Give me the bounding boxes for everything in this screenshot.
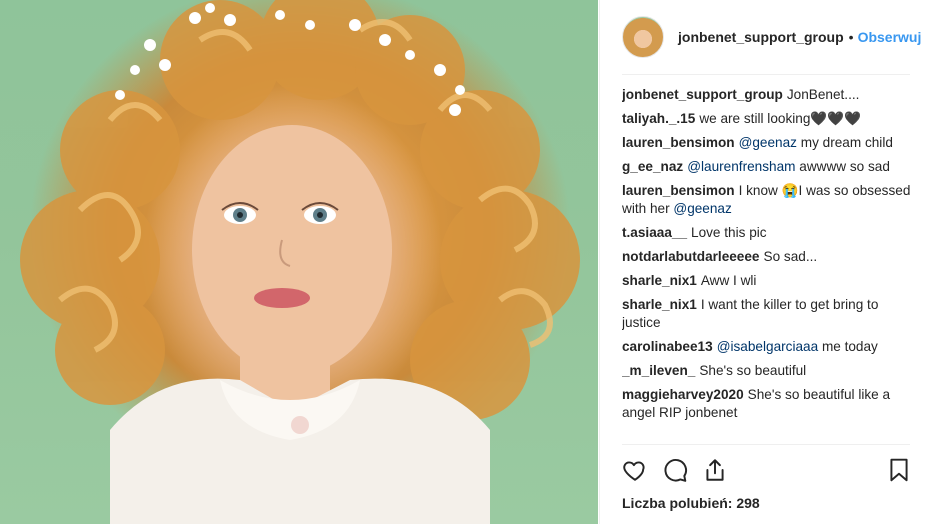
bookmark-icon[interactable] [886,457,912,483]
heart-icon[interactable] [622,457,648,483]
comment-text: JonBenet.... [786,87,860,102]
comment-item: g_ee_naz @laurenfrensham awwww so sad [622,158,912,176]
comment-mention[interactable]: @isabelgarciaaa [717,339,818,354]
comment-mention[interactable]: @geenaz [739,135,797,150]
follow-button[interactable]: Obserwuj [858,29,922,45]
comment-text: She's so beautiful [699,363,807,378]
comment-username[interactable]: taliyah._.15 [622,111,695,126]
comment-text: Love this pic [691,225,767,240]
comment-caption: jonbenet_support_group JonBenet.... [622,86,912,104]
post-details-panel: jonbenet_support_group • Obserwuj jonben… [599,0,931,524]
comment-item: t.asiaaa__ Love this pic [622,224,912,242]
comment-item: taliyah._.15 we are still looking🖤🖤🖤 [622,110,912,128]
comment-text: me today [821,339,878,354]
comment-item: lauren_bensimon I know 😭I was so obsessed… [622,182,912,218]
comment-username[interactable]: g_ee_naz [622,159,683,174]
comment-username[interactable]: jonbenet_support_group [622,87,783,102]
comment-mention[interactable]: @geenaz [673,201,731,216]
likes-count[interactable]: Liczba polubień: 298 [622,495,760,511]
comment-username[interactable]: sharle_nix1 [622,297,697,312]
header-dot: • [848,29,854,45]
comment-item: sharle_nix1 I want the killer to get brin… [622,296,912,332]
comment-item: _m_ileven_ She's so beautiful [622,362,912,380]
comment-item: lauren_bensimon @geenaz my dream child [622,134,912,152]
comments-list[interactable]: jonbenet_support_group JonBenet.... taliy… [622,86,912,428]
comment-text: my dream child [800,135,893,150]
portrait-illustration [20,0,580,524]
comment-icon[interactable] [662,457,688,483]
comment-item: carolinabee13 @isabelgarciaaa me today [622,338,912,356]
comment-username[interactable]: t.asiaaa__ [622,225,687,240]
share-icon[interactable] [702,457,728,483]
comment-username[interactable]: notdarlabutdarleeeee [622,249,760,264]
comment-text: Aww I wli [700,273,757,288]
post-actions [622,457,912,489]
comment-username[interactable]: lauren_bensimon [622,135,735,150]
avatar[interactable] [622,16,664,58]
comment-username[interactable]: carolinabee13 [622,339,713,354]
post-photo[interactable] [0,0,598,524]
comment-text: So sad... [763,249,818,264]
comment-item: notdarlabutdarleeeee So sad... [622,248,912,266]
comment-username[interactable]: _m_ileven_ [622,363,695,378]
comment-text: we are still looking🖤🖤🖤 [699,111,862,126]
actions-divider [622,444,910,445]
header-divider [622,74,910,75]
comment-username[interactable]: lauren_bensimon [622,183,735,198]
comment-text: awwww so sad [799,159,890,174]
comment-item: sharle_nix1 Aww I wli [622,272,912,290]
comment-item: maggieharvey2020 She's so beautiful like … [622,386,912,422]
post-username[interactable]: jonbenet_support_group [678,29,844,45]
comment-username[interactable]: sharle_nix1 [622,273,697,288]
comment-username[interactable]: maggieharvey2020 [622,387,744,402]
comment-mention[interactable]: @laurenfrensham [687,159,795,174]
post-header: jonbenet_support_group • Obserwuj [622,16,921,58]
